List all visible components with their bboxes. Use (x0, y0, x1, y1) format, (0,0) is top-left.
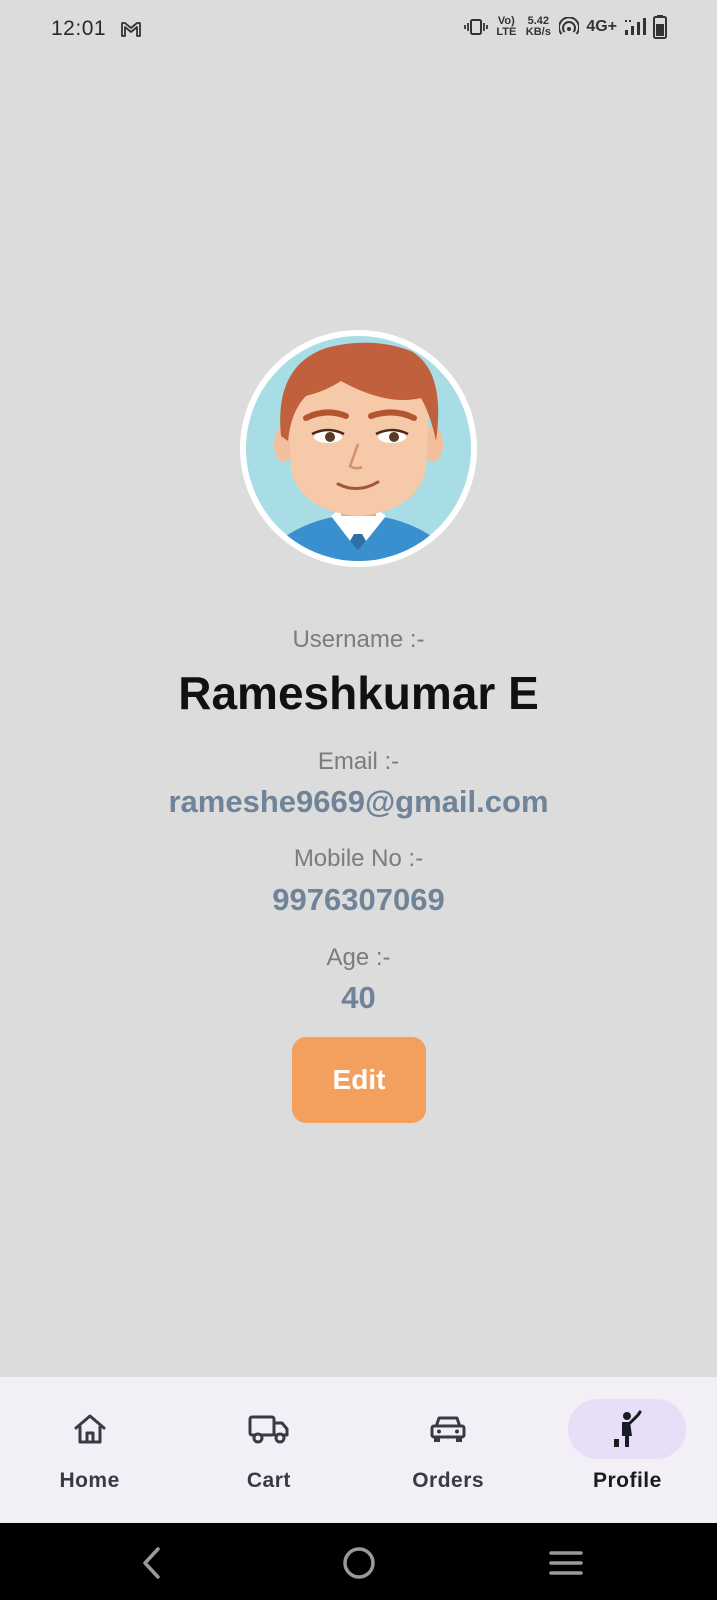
mobile-value: 9976307069 (272, 882, 445, 917)
nav-item-profile[interactable]: Profile (538, 1377, 717, 1523)
nav-icon-container (31, 1399, 149, 1459)
signal-icon (625, 18, 646, 35)
vibrate-icon (464, 19, 489, 35)
nav-icon-container (210, 1399, 328, 1459)
email-value: rameshe9669@gmail.com (168, 784, 549, 819)
volte-indicator: Vo) LTE (496, 15, 517, 38)
nav-label-orders: Orders (412, 1469, 485, 1492)
nav-label-cart: Cart (246, 1469, 291, 1492)
nav-label-home: Home (59, 1469, 120, 1492)
email-label: Email :- (317, 748, 400, 775)
nav-icon-container-active (568, 1399, 687, 1459)
system-home-button[interactable] (337, 1541, 381, 1585)
network-type: 4G+ (586, 18, 617, 35)
profile-avatar (240, 330, 477, 567)
nav-item-cart[interactable]: Cart (179, 1377, 358, 1523)
system-navigation-bar (0, 1523, 717, 1600)
home-icon (74, 1414, 106, 1444)
gmail-icon (121, 22, 141, 37)
network-speed-unit: KB/s (525, 26, 551, 38)
hotspot-icon (559, 17, 580, 35)
username-value: Rameshkumar E (178, 667, 539, 719)
status-icons: Vo) LTE 5.42 KB/s 4G+ (464, 15, 667, 39)
truck-icon (248, 1415, 289, 1444)
battery-icon (653, 15, 667, 39)
nav-item-orders[interactable]: Orders (359, 1377, 538, 1523)
back-icon (143, 1547, 160, 1579)
age-label: Age :- (326, 944, 391, 971)
bottom-navigation: Home Cart Orders Profile (0, 1377, 717, 1523)
system-back-button[interactable] (130, 1541, 174, 1585)
nav-item-home[interactable]: Home (0, 1377, 179, 1523)
edit-button[interactable]: Edit (292, 1037, 426, 1123)
username-label: Username :- (292, 626, 425, 653)
system-recents-button[interactable] (544, 1541, 588, 1585)
age-value: 40 (341, 980, 376, 1015)
status-bar: 12:01 Vo) LTE 5.42 KB/s 4G+ (0, 0, 717, 60)
avatar-image (246, 336, 471, 561)
network-speed: 5.42 KB/s (524, 16, 552, 38)
home-circle-icon (343, 1547, 375, 1579)
nav-label-profile: Profile (592, 1469, 662, 1492)
nav-icon-container (389, 1399, 507, 1459)
mobile-label: Mobile No :- (293, 845, 424, 872)
person-waving-icon (614, 1410, 642, 1447)
status-time: 12:01 (51, 17, 107, 40)
car-icon (430, 1416, 466, 1442)
menu-icon (549, 1551, 583, 1575)
